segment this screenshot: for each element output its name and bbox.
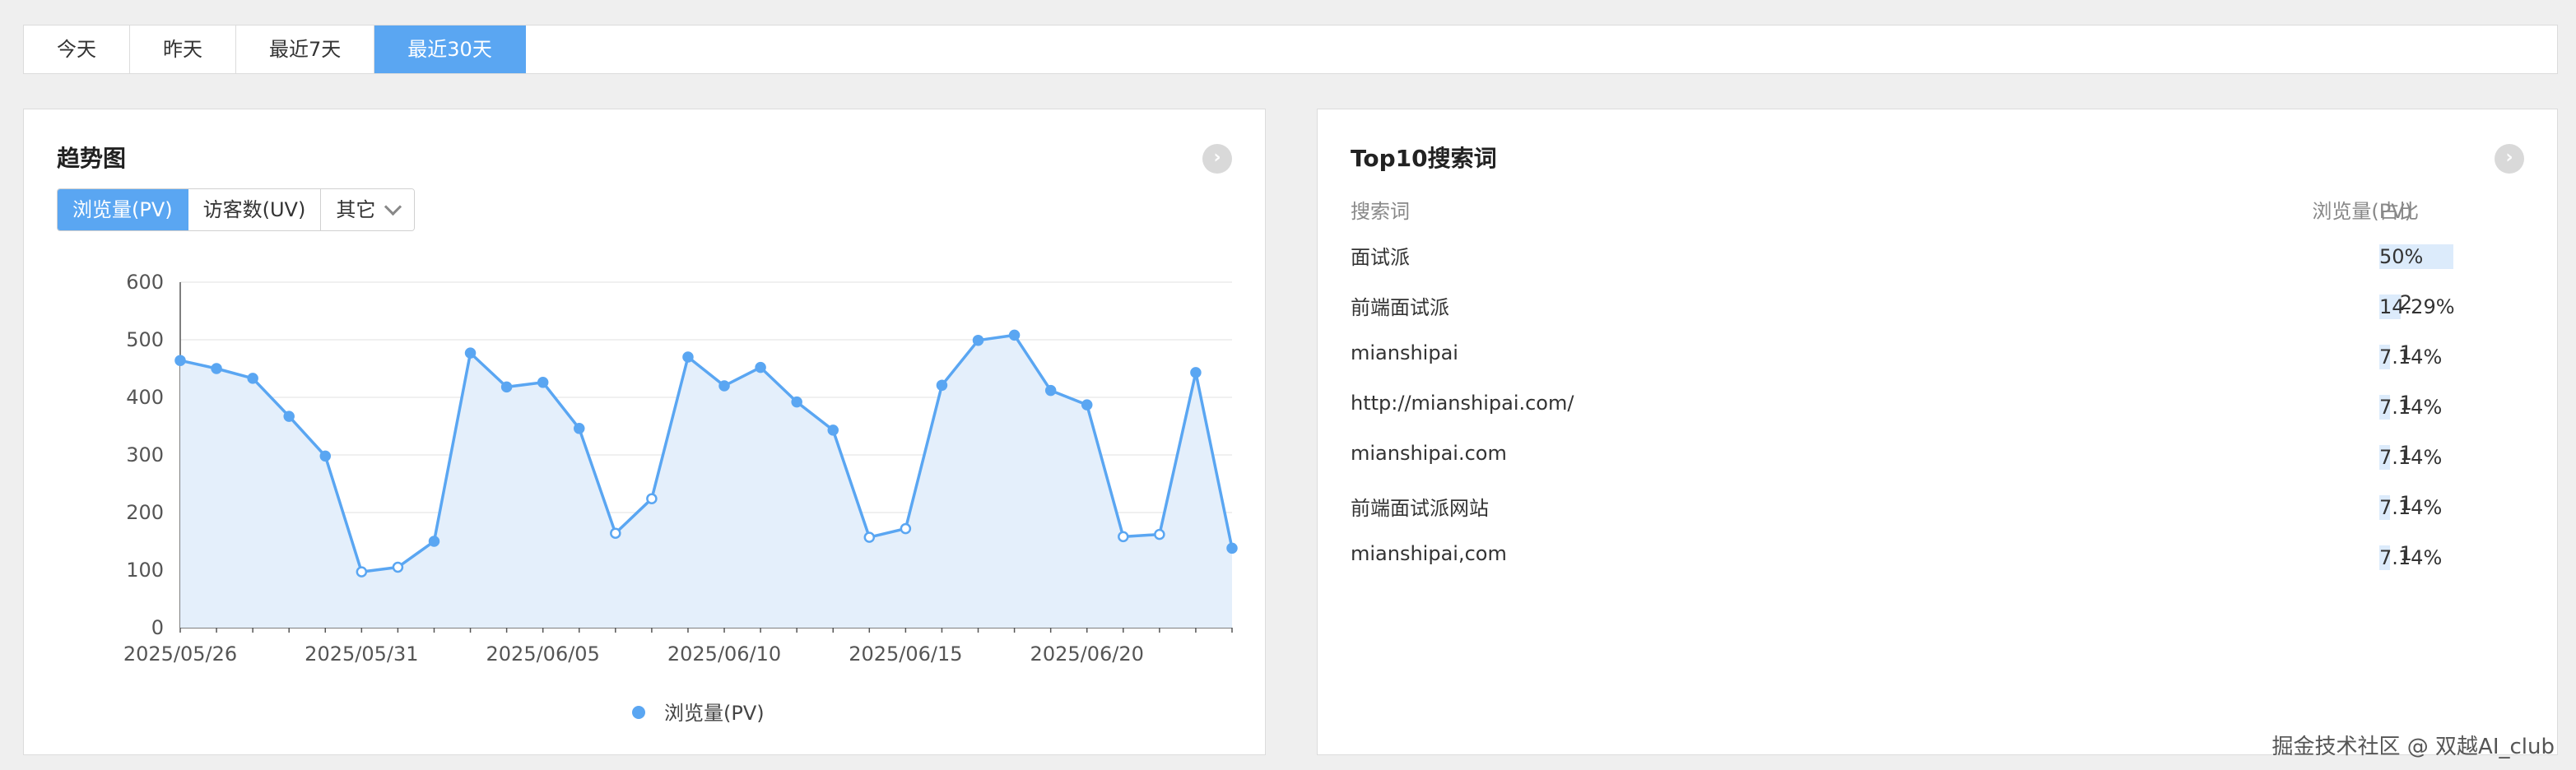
table-row: http://mianshipai.com/1 7.14% (1351, 392, 2519, 424)
x-tick-label: 2025/06/05 (486, 642, 600, 666)
y-tick-label: 0 (151, 616, 164, 639)
legend-label: 浏览量(PV) (664, 702, 765, 725)
data-point (283, 411, 295, 422)
data-point (646, 493, 658, 504)
ratio-cell: 7.14% (2379, 395, 2453, 420)
x-tick-label: 2025/05/26 (123, 642, 237, 666)
ratio-cell: 50% (2379, 244, 2453, 269)
search-term: 前端面试派网站 (1351, 497, 1489, 520)
ratio-text: 7.14% (2379, 396, 2443, 419)
data-point (537, 377, 549, 388)
data-point (1118, 531, 1129, 543)
ratio-text: 7.14% (2379, 546, 2443, 569)
data-point (827, 424, 839, 436)
data-point (900, 522, 912, 535)
ratio-text: 7.14% (2379, 346, 2443, 369)
tab-today[interactable]: 今天 (24, 26, 130, 73)
table-row: mianshipai 1 7.14% (1351, 341, 2519, 374)
data-point (392, 561, 404, 573)
data-point (791, 396, 802, 408)
data-point (464, 347, 477, 359)
search-term: 前端面试派 (1351, 296, 1449, 319)
search-term: mianshipai,com (1351, 542, 1507, 565)
x-tick-label: 2025/06/10 (667, 642, 781, 666)
data-point (972, 334, 984, 346)
date-range-tabs: 今天 昨天 最近7天 最近30天 (23, 25, 2558, 74)
series-area (180, 335, 1232, 628)
trend-chart: 0 100 200 300 400 500 600 2025/05/26 2025/05/31 2… (123, 271, 1238, 725)
ratio-cell: 7.14% (2379, 345, 2453, 369)
top10-title: Top10搜索词 (1351, 145, 1497, 172)
trend-card: 趋势图 › 浏览量(PV) 访客数(UV) 其它 0 100 200 300 400 50… (23, 109, 1266, 755)
data-point (247, 373, 258, 384)
data-point (682, 351, 694, 363)
data-point (356, 566, 368, 578)
y-tick-label: 300 (126, 443, 164, 466)
tab-yesterday[interactable]: 昨天 (130, 26, 236, 73)
table-row: mianshipai.com 1 7.14% (1351, 442, 2519, 475)
data-point (936, 379, 948, 392)
tab-last-30-days[interactable]: 最近30天 (374, 26, 526, 73)
data-point (211, 363, 222, 374)
ratio-text: 7.14% (2379, 446, 2443, 469)
ratio-cell: 7.14% (2379, 495, 2453, 520)
y-tick-label: 200 (126, 501, 164, 524)
ratio-cell: 7.14% (2379, 545, 2453, 570)
data-point (428, 536, 440, 547)
x-tick-label: 2025/06/15 (849, 642, 962, 666)
data-point (500, 381, 513, 393)
data-point (1154, 528, 1165, 540)
y-tick-label: 500 (126, 328, 164, 351)
y-tick-label: 400 (126, 386, 164, 409)
data-point (1190, 367, 1202, 378)
top10-table-header: 搜索词 浏览量(PV) 占比 (1351, 195, 2519, 228)
header-ratio: 占比 (2379, 200, 2419, 223)
watermark: 掘金技术社区 @ 双越AI_club (2271, 735, 2555, 759)
data-point (1008, 329, 1021, 341)
data-point (718, 380, 730, 392)
data-point (1226, 542, 1238, 554)
ratio-text: 7.14% (2379, 496, 2443, 519)
y-tick-label: 600 (126, 271, 164, 294)
ratio-cell: 7.14% (2379, 445, 2453, 470)
table-row: 前端面试派网站 1 7.14% (1351, 492, 2519, 525)
data-point (1081, 399, 1093, 411)
ratio-text: 14.29% (2379, 295, 2455, 318)
table-row: 面试派750% (1351, 241, 2519, 274)
data-point (755, 361, 766, 373)
top10-card: Top10搜索词 › 搜索词 浏览量(PV) 占比 面试派750% 前端面试派21… (1317, 109, 2558, 755)
legend-marker (632, 706, 645, 719)
header-term: 搜索词 (1351, 200, 1410, 223)
search-term: 面试派 (1351, 246, 1410, 269)
ratio-cell: 14.29% (2379, 295, 2455, 319)
top10-more-icon[interactable]: › (2495, 144, 2524, 174)
data-point (574, 423, 585, 434)
search-term: http://mianshipai.com/ (1351, 392, 1574, 415)
tab-last-7-days[interactable]: 最近7天 (236, 26, 375, 73)
table-row: mianshipai,com 1 7.14% (1351, 542, 2519, 575)
x-tick-label: 2025/05/31 (305, 642, 418, 666)
x-tick-label: 2025/06/20 (1030, 642, 1144, 666)
search-term: mianshipai (1351, 341, 1458, 364)
data-point (319, 450, 332, 462)
data-point (1044, 384, 1057, 397)
ratio-text: 50% (2379, 245, 2424, 268)
data-point (610, 527, 621, 539)
table-row: 前端面试派 2 14.29% (1351, 291, 2519, 324)
data-point (174, 355, 186, 366)
search-term: mianshipai.com (1351, 442, 1507, 465)
y-tick-label: 100 (126, 559, 164, 582)
data-point (863, 531, 876, 543)
